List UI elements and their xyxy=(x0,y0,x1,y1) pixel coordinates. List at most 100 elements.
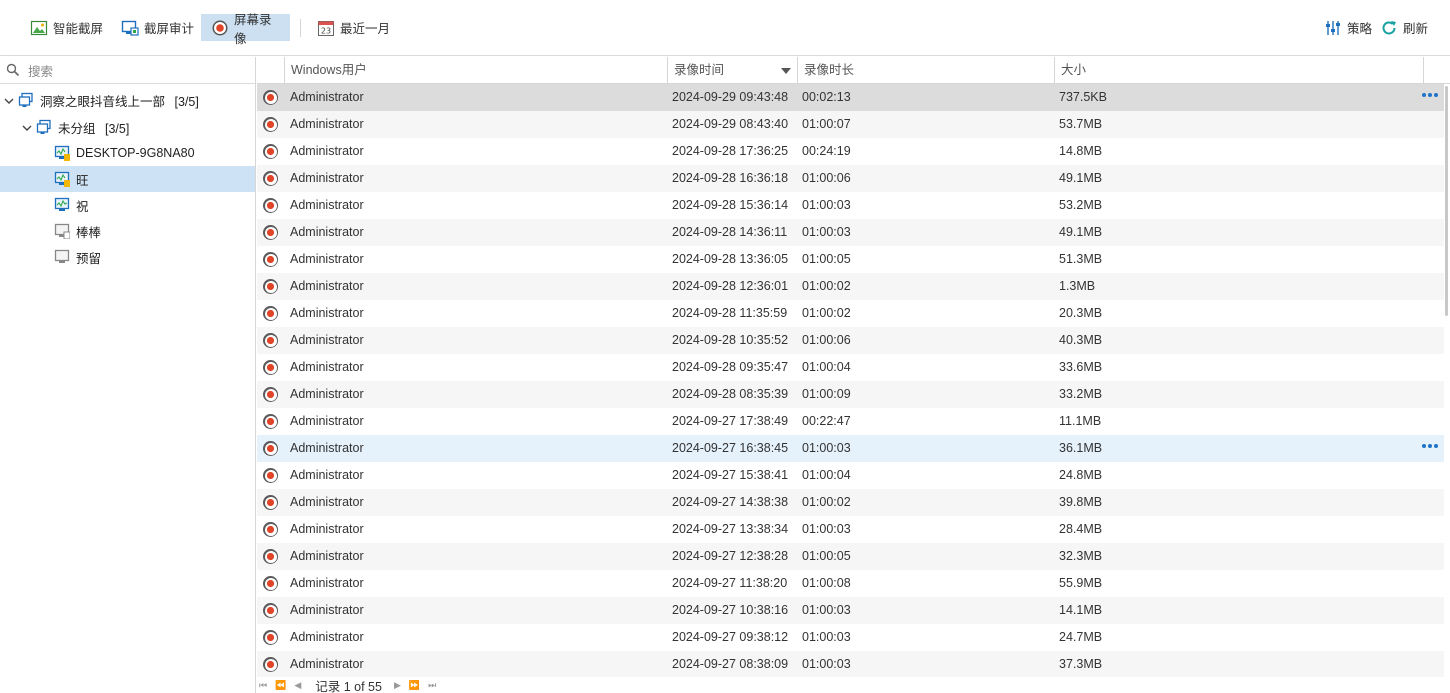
tree-root[interactable]: 洞察之眼抖音线上一部 [3/5] xyxy=(0,87,255,113)
cell-duration: 01:00:04 xyxy=(802,360,851,374)
date-range-button[interactable]: 23 最近一月 xyxy=(307,14,400,41)
table-row[interactable]: Administrator 2024-09-28 11:35:59 01:00:02… xyxy=(257,300,1444,327)
cell-size: 33.6MB xyxy=(1059,360,1103,374)
cell-record-time: 2024-09-28 13:36:05 xyxy=(672,252,789,266)
prev-page-fast-icon[interactable]: ⏪ xyxy=(275,680,286,691)
tree-device-bangbang[interactable]: 棒棒 xyxy=(0,218,255,244)
table-row[interactable]: Administrator 2024-09-28 16:36:18 01:00:06… xyxy=(257,165,1444,192)
header-actions xyxy=(1423,57,1450,84)
cell-windows-user: Administrator xyxy=(290,279,364,293)
table-row[interactable]: Administrator 2024-09-27 08:38:09 01:00:03… xyxy=(257,651,1444,677)
cell-duration: 01:00:03 xyxy=(802,630,851,644)
record-icon xyxy=(263,657,278,672)
table-row[interactable]: Administrator 2024-09-27 11:38:20 01:00:08… xyxy=(257,570,1444,597)
header-size[interactable]: 大小 xyxy=(1054,57,1423,84)
cell-size: 40.3MB xyxy=(1059,333,1103,347)
cell-record-time: 2024-09-28 08:35:39 xyxy=(672,387,789,401)
cell-record-time: 2024-09-27 13:38:34 xyxy=(672,522,789,536)
computer-group-icon xyxy=(18,92,34,108)
table-row[interactable]: Administrator 2024-09-27 09:38:12 01:00:03… xyxy=(257,624,1444,651)
next-page-fast-icon[interactable]: ⏩ xyxy=(409,680,420,691)
cell-record-time: 2024-09-28 11:35:59 xyxy=(672,306,788,320)
cell-record-time: 2024-09-28 17:36:25 xyxy=(672,144,789,158)
cell-windows-user: Administrator xyxy=(290,171,364,185)
table-row[interactable]: Administrator 2024-09-28 10:35:52 01:00:06… xyxy=(257,327,1444,354)
search-box[interactable]: 搜索 xyxy=(0,57,255,84)
table-row[interactable]: Administrator 2024-09-27 17:38:49 00:22:47… xyxy=(257,408,1444,435)
vertical-scrollbar[interactable] xyxy=(1444,84,1450,677)
table-row[interactable]: Administrator 2024-09-28 14:36:11 01:00:03… xyxy=(257,219,1444,246)
cell-size: 1.3MB xyxy=(1059,279,1096,293)
first-page-icon[interactable]: ⏮ xyxy=(259,680,267,691)
device-label: DESKTOP-9G8NA80 xyxy=(76,146,195,160)
table-row[interactable]: Administrator 2024-09-29 09:43:48 00:02:13… xyxy=(257,84,1444,111)
tree-device-desktop[interactable]: DESKTOP-9G8NA80 xyxy=(0,140,255,166)
strategy-button[interactable]: 策略 xyxy=(1314,14,1376,41)
computer-online-icon xyxy=(54,197,70,213)
tree-group-ungrouped[interactable]: 未分组 [3/5] xyxy=(0,114,255,140)
cell-windows-user: Administrator xyxy=(290,522,364,536)
table-row[interactable]: Administrator 2024-09-28 17:36:25 00:24:19… xyxy=(257,138,1444,165)
record-icon xyxy=(263,387,278,402)
cell-duration: 01:00:03 xyxy=(802,603,851,617)
table-row[interactable]: Administrator 2024-09-28 12:36:01 01:00:02… xyxy=(257,273,1444,300)
header-duration[interactable]: 录像时长 xyxy=(797,57,1054,84)
record-icon xyxy=(263,333,278,348)
cell-windows-user: Administrator xyxy=(290,657,364,671)
cell-windows-user: Administrator xyxy=(290,630,364,644)
cell-size: 49.1MB xyxy=(1059,225,1103,239)
prev-page-icon[interactable]: ◀ xyxy=(294,680,301,691)
cell-duration: 01:00:03 xyxy=(802,657,851,671)
sort-desc-icon xyxy=(781,68,791,74)
table-row[interactable]: Administrator 2024-09-28 08:35:39 01:00:09… xyxy=(257,381,1444,408)
cell-size: 14.8MB xyxy=(1059,144,1103,158)
cell-record-time: 2024-09-27 12:38:28 xyxy=(672,549,789,563)
record-icon xyxy=(263,225,278,240)
screen-recording-label: 屏幕录像 xyxy=(234,12,272,46)
cell-record-time: 2024-09-27 10:38:16 xyxy=(672,603,789,617)
tree-device-zhu[interactable]: 祝 xyxy=(0,192,255,218)
cell-record-time: 2024-09-28 09:35:47 xyxy=(672,360,789,374)
tree-device-yuliu[interactable]: 预留 xyxy=(0,244,255,270)
more-actions-icon[interactable] xyxy=(1422,442,1444,454)
tree-device-wang[interactable]: 旺 xyxy=(0,166,255,192)
cell-record-time: 2024-09-28 14:36:11 xyxy=(672,225,788,239)
cell-size: 37.3MB xyxy=(1059,657,1103,671)
tree-group-count: [3/5] xyxy=(105,121,130,136)
cell-duration: 01:00:02 xyxy=(802,279,851,293)
last-page-icon[interactable]: ⏭ xyxy=(428,680,436,691)
header-windows-user[interactable]: Windows用户 xyxy=(284,57,668,84)
next-page-icon[interactable]: ▶ xyxy=(394,680,401,691)
pager: ⏮ ⏪ ◀ 记录 1 of 55 ▶ ⏩ ⏭ xyxy=(257,677,1450,693)
computer-warning-icon xyxy=(54,171,70,187)
cell-duration: 00:22:47 xyxy=(802,414,851,428)
cell-windows-user: Administrator xyxy=(290,306,364,320)
record-icon xyxy=(263,522,278,537)
table-row[interactable]: Administrator 2024-09-28 13:36:05 01:00:05… xyxy=(257,246,1444,273)
table-row[interactable]: Administrator 2024-09-27 16:38:45 01:00:03… xyxy=(257,435,1444,462)
refresh-icon xyxy=(1380,19,1398,37)
more-actions-icon[interactable] xyxy=(1422,91,1444,103)
cell-windows-user: Administrator xyxy=(290,414,364,428)
screen-recording-button[interactable]: 屏幕录像 xyxy=(201,13,290,46)
table-row[interactable]: Administrator 2024-09-29 08:43:40 01:00:07… xyxy=(257,111,1444,138)
refresh-button[interactable]: 刷新 xyxy=(1370,14,1432,41)
table-row[interactable]: Administrator 2024-09-28 15:36:14 01:00:03… xyxy=(257,192,1444,219)
refresh-label: 刷新 xyxy=(1403,22,1429,36)
scrollbar-thumb[interactable] xyxy=(1445,86,1448,316)
table-row[interactable]: Administrator 2024-09-27 14:38:38 01:00:02… xyxy=(257,489,1444,516)
table-row[interactable]: Administrator 2024-09-27 12:38:28 01:00:05… xyxy=(257,543,1444,570)
cell-duration: 01:00:03 xyxy=(802,441,851,455)
header-record-time[interactable]: 录像时间 xyxy=(667,57,797,84)
cell-windows-user: Administrator xyxy=(290,495,364,509)
table-row[interactable]: Administrator 2024-09-28 09:35:47 01:00:04… xyxy=(257,354,1444,381)
computer-offline-icon xyxy=(54,223,71,240)
screenshot-audit-button[interactable]: 截屏审计 xyxy=(111,14,204,41)
record-icon xyxy=(263,198,278,213)
cell-size: 51.3MB xyxy=(1059,252,1103,266)
table-row[interactable]: Administrator 2024-09-27 15:38:41 01:00:04… xyxy=(257,462,1444,489)
screenshot-audit-label: 截屏审计 xyxy=(144,22,195,36)
table-row[interactable]: Administrator 2024-09-27 13:38:34 01:00:03… xyxy=(257,516,1444,543)
table-row[interactable]: Administrator 2024-09-27 10:38:16 01:00:03… xyxy=(257,597,1444,624)
smart-screenshot-button[interactable]: 智能截屏 xyxy=(20,14,113,41)
